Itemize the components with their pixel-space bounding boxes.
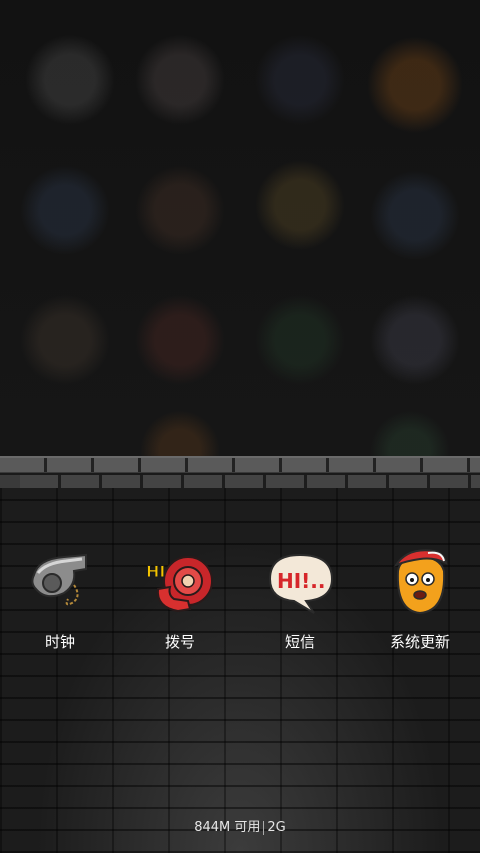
app-system-update[interactable]: 系统更新 bbox=[360, 545, 480, 652]
app-label: 拨号 bbox=[164, 633, 195, 651]
app-dialer[interactable]: HI 拨号 bbox=[120, 545, 240, 652]
app-clock[interactable]: 时钟 bbox=[0, 545, 120, 652]
memory-status-bar: 844M 可用 2G bbox=[0, 816, 480, 835]
app-label: 时钟 bbox=[44, 633, 75, 651]
phone-hi-icon: HI bbox=[144, 545, 216, 617]
dialer-icon-text: HI bbox=[146, 562, 165, 581]
app-sms[interactable]: HI!.. 短信 bbox=[240, 545, 360, 652]
brick-wall-background bbox=[0, 488, 480, 853]
memory-available-text: 844M 可用 bbox=[194, 820, 261, 835]
speech-bubble-hi-icon: HI!.. bbox=[264, 545, 336, 617]
app-label: 系统更新 bbox=[389, 633, 450, 651]
network-type-text: 2G bbox=[267, 820, 286, 835]
brick-wall-ledge bbox=[0, 456, 480, 490]
sms-icon-text: HI!.. bbox=[277, 569, 326, 593]
blurred-home-screen-background bbox=[0, 0, 480, 458]
whistle-icon bbox=[24, 545, 96, 617]
app-label: 短信 bbox=[284, 633, 315, 651]
status-divider bbox=[263, 820, 265, 835]
cartoon-face-icon bbox=[384, 545, 456, 617]
